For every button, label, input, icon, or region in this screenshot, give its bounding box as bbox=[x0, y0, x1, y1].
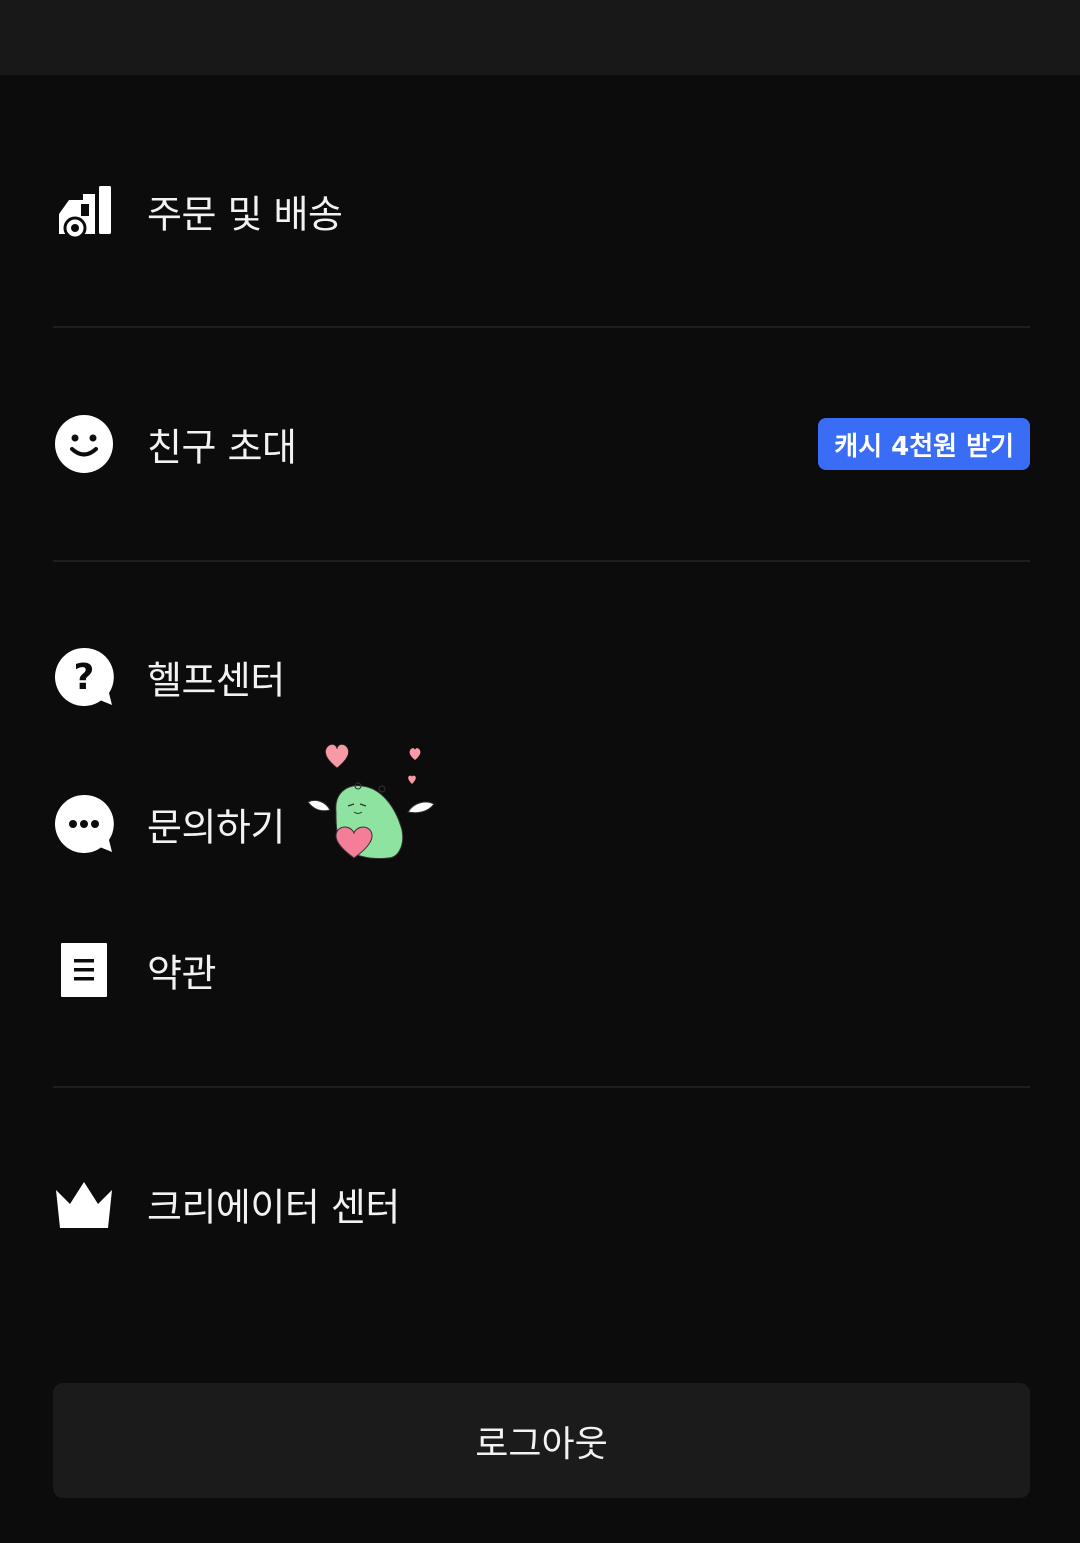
menu-item-label: 문의하기 bbox=[147, 805, 285, 850]
cash-reward-badge[interactable]: 캐시 4천원 받기 bbox=[818, 418, 1030, 470]
logout-button[interactable]: 로그아웃 bbox=[53, 1383, 1030, 1498]
smile-face-icon bbox=[53, 413, 115, 475]
top-status-bar bbox=[0, 0, 1080, 75]
menu-item-help-center[interactable]: ? 헬프센터 bbox=[53, 632, 1030, 722]
divider bbox=[53, 1086, 1030, 1088]
menu-item-creator-center[interactable]: 크리에이터 센터 bbox=[53, 1159, 1030, 1249]
menu-item-invite-friends[interactable]: 친구 초대 캐시 4천원 받기 bbox=[53, 399, 1030, 489]
delivery-truck-icon bbox=[53, 180, 115, 242]
svg-text:?: ? bbox=[74, 657, 95, 698]
menu-item-label: 친구 초대 bbox=[147, 425, 297, 470]
question-bubble-icon: ? bbox=[53, 646, 115, 708]
menu-item-label: 약관 bbox=[147, 951, 216, 996]
document-icon bbox=[53, 939, 115, 1001]
crown-icon bbox=[53, 1173, 115, 1235]
menu-item-terms[interactable]: 약관 bbox=[53, 925, 1030, 1015]
menu-item-label: 크리에이터 센터 bbox=[147, 1185, 400, 1230]
green-dino-heart-sticker bbox=[307, 743, 435, 859]
divider bbox=[53, 560, 1030, 562]
chat-bubble-icon bbox=[53, 793, 115, 855]
menu-item-inquiry[interactable]: 문의하기 bbox=[53, 779, 1030, 869]
menu-item-orders[interactable]: 주문 및 배송 bbox=[53, 166, 1030, 256]
menu-item-label: 헬프센터 bbox=[147, 658, 285, 703]
menu-item-label: 주문 및 배송 bbox=[147, 192, 343, 237]
divider bbox=[53, 326, 1030, 328]
